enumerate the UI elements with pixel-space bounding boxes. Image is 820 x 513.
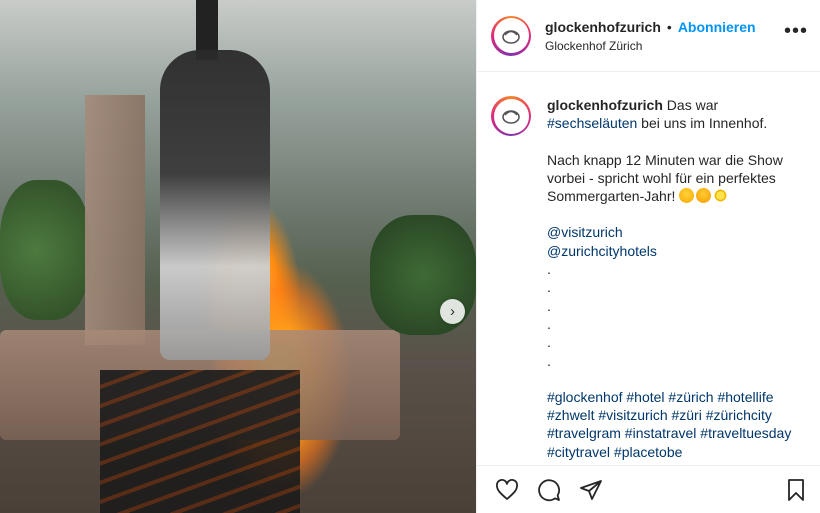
next-photo-button[interactable]: › xyxy=(440,299,465,324)
smiling-face-with-hearts-emoji-icon xyxy=(679,188,695,204)
caption-paragraph: Nach knapp 12 Minuten war die Show vorbe… xyxy=(547,151,783,205)
sun-emoji-icon xyxy=(713,188,729,204)
comment-button[interactable] xyxy=(535,476,563,504)
dot-line: . xyxy=(547,279,551,296)
hashtag-link[interactable]: #sechseläuten xyxy=(547,115,637,131)
share-button[interactable] xyxy=(577,476,605,504)
heart-eyes-emoji-icon xyxy=(696,188,712,204)
caption-avatar[interactable] xyxy=(491,96,531,136)
more-options-icon[interactable]: ••• xyxy=(784,20,808,51)
post-header: glockenhofzurich • Abonnieren Glockenhof… xyxy=(477,0,820,72)
dot-line: . xyxy=(547,315,551,332)
dot-line: . xyxy=(547,352,551,369)
dot-line: . xyxy=(547,297,551,314)
heart-icon xyxy=(496,478,518,500)
caption-username[interactable]: glockenhofzurich xyxy=(547,97,663,113)
dot-line: . xyxy=(547,261,551,278)
comment-icon xyxy=(538,478,560,501)
save-button[interactable] xyxy=(782,476,810,504)
photo-fountain-pillar xyxy=(85,95,145,345)
mention-link[interactable]: @zurichcityhotels xyxy=(547,243,657,259)
post-sidebar: glockenhofzurich • Abonnieren Glockenhof… xyxy=(476,0,820,513)
photo-burning-effigy xyxy=(160,50,270,360)
chevron-right-icon: › xyxy=(450,303,455,320)
send-icon xyxy=(580,479,602,500)
dot-line: . xyxy=(547,334,551,351)
username-link[interactable]: glockenhofzurich xyxy=(545,19,661,35)
hashtags[interactable]: #glockenhof #hotel #zürich #hotellife #z… xyxy=(547,388,806,461)
bell-logo-icon xyxy=(502,110,520,124)
caption-area: glockenhofzurich Das war #sechseläuten b… xyxy=(477,72,820,465)
separator-dot: • xyxy=(666,18,672,35)
bookmark-icon xyxy=(788,478,804,501)
caption-text: glockenhofzurich Das war #sechseläuten b… xyxy=(547,96,806,465)
like-button[interactable] xyxy=(493,476,521,504)
location-link[interactable]: Glockenhof Zürich xyxy=(545,39,784,53)
mention-link[interactable]: @visitzurich xyxy=(547,224,623,240)
instagram-post: › glockenhofzurich • Abonnieren Glockenh xyxy=(0,0,820,513)
post-photo[interactable]: › xyxy=(0,0,476,513)
photo-bonfire-logs xyxy=(100,370,300,513)
photo-bush-left xyxy=(0,180,90,320)
avatar[interactable] xyxy=(491,15,531,56)
follow-button[interactable]: Abonnieren xyxy=(678,19,756,35)
action-bar xyxy=(477,465,820,513)
bell-logo-icon xyxy=(502,29,520,44)
